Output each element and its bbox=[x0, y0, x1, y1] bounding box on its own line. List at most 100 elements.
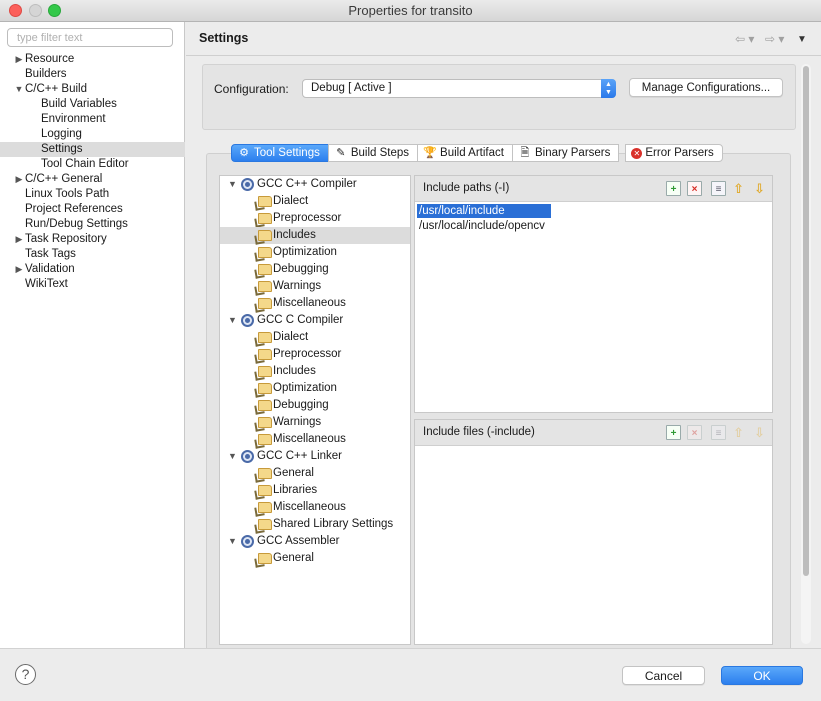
collapsed-triangle-icon[interactable]: ▶ bbox=[14, 262, 24, 277]
option-folder-icon bbox=[258, 247, 272, 258]
tree-item-label: Miscellaneous bbox=[273, 433, 346, 445]
option-category-item[interactable]: Libraries bbox=[220, 482, 410, 499]
expanded-triangle-icon[interactable]: ▼ bbox=[14, 82, 24, 97]
tab-strip: ⚙ Tool Settings ✎ Build Steps 🏆 Build Artifac… bbox=[231, 144, 723, 163]
tab-error-parsers[interactable]: ✕ Error Parsers bbox=[625, 144, 723, 162]
tree-item[interactable]: Project References bbox=[0, 202, 185, 217]
tool-item[interactable]: ▼ GCC C++ Linker bbox=[220, 448, 410, 465]
option-category-item[interactable]: Miscellaneous bbox=[220, 431, 410, 448]
back-nav-icon[interactable]: ⇦ ▾ bbox=[735, 32, 754, 46]
tool-item[interactable]: ▼ GCC C++ Compiler bbox=[220, 176, 410, 193]
option-category-item[interactable]: Includes bbox=[220, 363, 410, 380]
option-category-item[interactable]: Miscellaneous bbox=[220, 499, 410, 516]
option-category-item[interactable]: General bbox=[220, 465, 410, 482]
tree-item[interactable]: Build Variables bbox=[0, 97, 185, 112]
tree-item[interactable]: ▶ Resource bbox=[0, 52, 185, 67]
tree-item-label: Debugging bbox=[273, 263, 329, 275]
expanded-triangle-icon[interactable]: ▼ bbox=[228, 533, 237, 550]
option-category-item[interactable]: Debugging bbox=[220, 261, 410, 278]
tree-item[interactable]: Logging bbox=[0, 127, 185, 142]
option-category-item[interactable]: Preprocessor bbox=[220, 346, 410, 363]
tree-item[interactable]: Run/Debug Settings bbox=[0, 217, 185, 232]
list-item[interactable]: /usr/local/include/opencv bbox=[417, 219, 547, 233]
include-files-panel: Include files (-include) + × ≡ ⇧ ⇩ bbox=[414, 419, 773, 645]
expanded-triangle-icon[interactable]: ▼ bbox=[228, 312, 237, 329]
option-folder-icon bbox=[258, 349, 272, 360]
manage-configurations-button[interactable]: Manage Configurations... bbox=[629, 78, 783, 97]
edit-icon[interactable]: ≡ bbox=[711, 181, 726, 196]
vertical-scrollbar[interactable] bbox=[801, 64, 811, 644]
tree-item-label: Build Variables bbox=[41, 98, 117, 110]
tree-item[interactable]: Builders bbox=[0, 67, 185, 82]
tree-item[interactable]: ▼ C/C++ Build bbox=[0, 82, 185, 97]
option-category-item[interactable]: Dialect bbox=[220, 193, 410, 210]
option-folder-icon bbox=[258, 196, 272, 207]
tree-item-label: Debugging bbox=[273, 399, 329, 411]
scrollbar-thumb[interactable] bbox=[803, 66, 809, 576]
tree-item[interactable]: Linux Tools Path bbox=[0, 187, 185, 202]
tree-item-label: General bbox=[273, 467, 314, 479]
option-category-item[interactable]: Optimization bbox=[220, 244, 410, 261]
option-category-item[interactable]: Preprocessor bbox=[220, 210, 410, 227]
tree-item[interactable]: Task Tags bbox=[0, 247, 185, 262]
tab-build-artifact[interactable]: 🏆 Build Artifact bbox=[417, 144, 513, 162]
configuration-value: Debug [ Active ] bbox=[311, 82, 392, 94]
add-icon[interactable]: + bbox=[666, 181, 681, 196]
tree-item[interactable]: Settings bbox=[0, 142, 185, 157]
option-folder-icon bbox=[258, 230, 272, 241]
move-down-icon[interactable]: ⇩ bbox=[752, 181, 767, 196]
tree-item[interactable]: Tool Chain Editor bbox=[0, 157, 185, 172]
collapsed-triangle-icon[interactable]: ▶ bbox=[14, 52, 24, 67]
option-category-item[interactable]: General bbox=[220, 550, 410, 567]
include-files-title: Include files (-include) bbox=[423, 426, 535, 438]
list-item[interactable]: /usr/local/include bbox=[417, 204, 551, 218]
tool-item[interactable]: ▼ GCC C Compiler bbox=[220, 312, 410, 329]
option-category-item[interactable]: Warnings bbox=[220, 278, 410, 295]
cancel-button[interactable]: Cancel bbox=[622, 666, 705, 685]
move-down-icon: ⇩ bbox=[754, 425, 765, 440]
tree-item-label: Includes bbox=[273, 229, 316, 241]
delete-icon[interactable]: × bbox=[687, 181, 702, 196]
tab-tool-settings[interactable]: ⚙ Tool Settings bbox=[231, 144, 329, 162]
view-menu-icon[interactable]: ▼ bbox=[797, 34, 807, 45]
forward-nav-icon[interactable]: ⇨ ▾ bbox=[765, 32, 784, 46]
option-folder-icon bbox=[258, 298, 272, 309]
minimize-window-button[interactable] bbox=[29, 4, 42, 17]
expanded-triangle-icon[interactable]: ▼ bbox=[228, 176, 237, 193]
option-folder-icon bbox=[258, 366, 272, 377]
filter-input[interactable] bbox=[7, 28, 173, 47]
configuration-select[interactable]: Debug [ Active ] ▲ ▼ bbox=[302, 79, 616, 98]
page-title: Settings bbox=[199, 31, 249, 45]
ok-button[interactable]: OK bbox=[721, 666, 803, 685]
tool-gear-icon bbox=[241, 450, 254, 463]
option-category-item[interactable]: Miscellaneous bbox=[220, 295, 410, 312]
move-up-icon[interactable]: ⇧ bbox=[731, 181, 746, 196]
option-category-item[interactable]: Debugging bbox=[220, 397, 410, 414]
tree-item[interactable]: ▶ C/C++ General bbox=[0, 172, 185, 187]
option-category-item[interactable]: Shared Library Settings bbox=[220, 516, 410, 533]
tool-item[interactable]: ▼ GCC Assembler bbox=[220, 533, 410, 550]
option-category-item[interactable]: Warnings bbox=[220, 414, 410, 431]
tab-build-steps[interactable]: ✎ Build Steps bbox=[327, 144, 419, 162]
expanded-triangle-icon[interactable]: ▼ bbox=[228, 448, 237, 465]
dialog-button-bar: ? Cancel OK bbox=[0, 648, 821, 701]
tree-item-label: Preprocessor bbox=[273, 348, 342, 360]
help-icon[interactable]: ? bbox=[15, 664, 36, 685]
collapsed-triangle-icon[interactable]: ▶ bbox=[14, 232, 24, 247]
option-category-item[interactable]: Optimization bbox=[220, 380, 410, 397]
tree-item[interactable]: Environment bbox=[0, 112, 185, 127]
tree-item-label: Optimization bbox=[273, 246, 337, 258]
tool-gear-icon bbox=[241, 178, 254, 191]
tree-item[interactable]: WikiText bbox=[0, 277, 185, 292]
zoom-window-button[interactable] bbox=[48, 4, 61, 17]
option-category-item[interactable]: Includes bbox=[220, 227, 410, 244]
property-pages-tree: ▶ Resource Builders ▼ C/C++ Build Build Varia… bbox=[0, 52, 185, 292]
collapsed-triangle-icon[interactable]: ▶ bbox=[14, 172, 24, 187]
tree-item-label: GCC Assembler bbox=[257, 535, 340, 547]
option-category-item[interactable]: Dialect bbox=[220, 329, 410, 346]
tree-item[interactable]: ▶ Validation bbox=[0, 262, 185, 277]
tree-item[interactable]: ▶ Task Repository bbox=[0, 232, 185, 247]
tab-binary-parsers[interactable]: 🗎 Binary Parsers bbox=[511, 144, 620, 162]
add-icon[interactable]: + bbox=[666, 425, 681, 440]
close-window-button[interactable] bbox=[9, 4, 22, 17]
